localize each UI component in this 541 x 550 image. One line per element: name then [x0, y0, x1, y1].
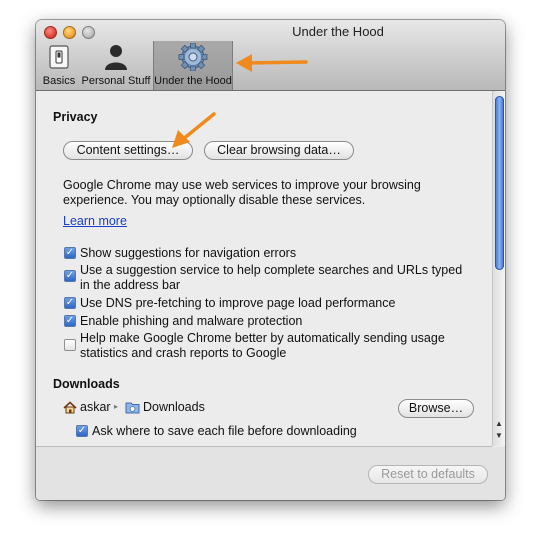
title-bar: Under the Hood Basics Personal Stuff Und… — [36, 20, 505, 91]
vertical-scrollbar[interactable]: ▲ ▼ — [492, 91, 505, 446]
usage-stats-label-line2: statistics and crash reports to Google — [80, 346, 287, 360]
usage-stats-label-line1: Help make Google Chrome better by automa… — [80, 331, 445, 345]
path-separator-icon: ▸ — [114, 402, 119, 411]
person-icon — [105, 45, 127, 70]
scroll-down-icon[interactable]: ▼ — [495, 431, 503, 441]
window-title: Under the Hood — [292, 24, 384, 39]
tab-basics[interactable]: Basics — [39, 41, 79, 90]
privacy-description-line2: experience. You may optionally disable t… — [63, 193, 366, 207]
dns-prefetch-checkbox[interactable]: ✓ — [64, 297, 76, 309]
scrollbar-thumb[interactable] — [495, 96, 504, 270]
suggestion-service-label-line1: Use a suggestion service to help complet… — [80, 263, 463, 277]
download-path-user: askar — [80, 400, 111, 414]
folder-icon — [125, 402, 140, 414]
switch-icon — [49, 45, 69, 69]
clear-browsing-data-button[interactable]: Clear browsing data… — [204, 141, 354, 160]
suggestion-service-label-line2: in the address bar — [80, 278, 181, 292]
learn-more-link[interactable]: Learn more — [63, 214, 127, 229]
browse-button[interactable]: Browse… — [398, 399, 474, 418]
tab-personal-stuff[interactable]: Personal Stuff — [80, 41, 152, 90]
tab-under-the-hood[interactable]: Under the Hood — [153, 41, 233, 90]
nav-errors-checkbox[interactable]: ✓ — [64, 247, 76, 259]
tab-basics-label: Basics — [42, 75, 76, 87]
preferences-window: Under the Hood Basics Personal Stuff Und… — [36, 20, 505, 500]
footer-bar: Reset to defaults — [36, 447, 505, 500]
privacy-description-line1: Google Chrome may use web services to im… — [63, 178, 421, 192]
phishing-protection-checkbox[interactable]: ✓ — [64, 315, 76, 327]
privacy-heading: Privacy — [53, 110, 98, 124]
download-path-folder: Downloads — [143, 400, 205, 414]
phishing-protection-label: Enable phishing and malware protection — [80, 314, 303, 328]
home-icon — [63, 401, 77, 414]
gear-icon — [178, 43, 208, 71]
tab-under-the-hood-label: Under the Hood — [154, 75, 232, 87]
nav-errors-label: Show suggestions for navigation errors — [80, 246, 297, 260]
scroll-up-icon[interactable]: ▲ — [495, 419, 503, 429]
suggestion-service-checkbox[interactable]: ✓ — [64, 270, 76, 282]
ask-where-to-save-label: Ask where to save each file before downl… — [92, 424, 357, 438]
reset-to-defaults-button[interactable]: Reset to defaults — [368, 465, 488, 484]
downloads-heading: Downloads — [53, 377, 120, 391]
content-settings-button[interactable]: Content settings… — [63, 141, 193, 160]
usage-stats-checkbox[interactable] — [64, 339, 76, 351]
dns-prefetch-label: Use DNS pre-fetching to improve page loa… — [80, 296, 396, 310]
tab-personal-stuff-label: Personal Stuff — [81, 75, 151, 87]
ask-where-to-save-checkbox[interactable]: ✓ — [76, 425, 88, 437]
settings-content: Privacy Content settings… Clear browsing… — [36, 91, 492, 447]
